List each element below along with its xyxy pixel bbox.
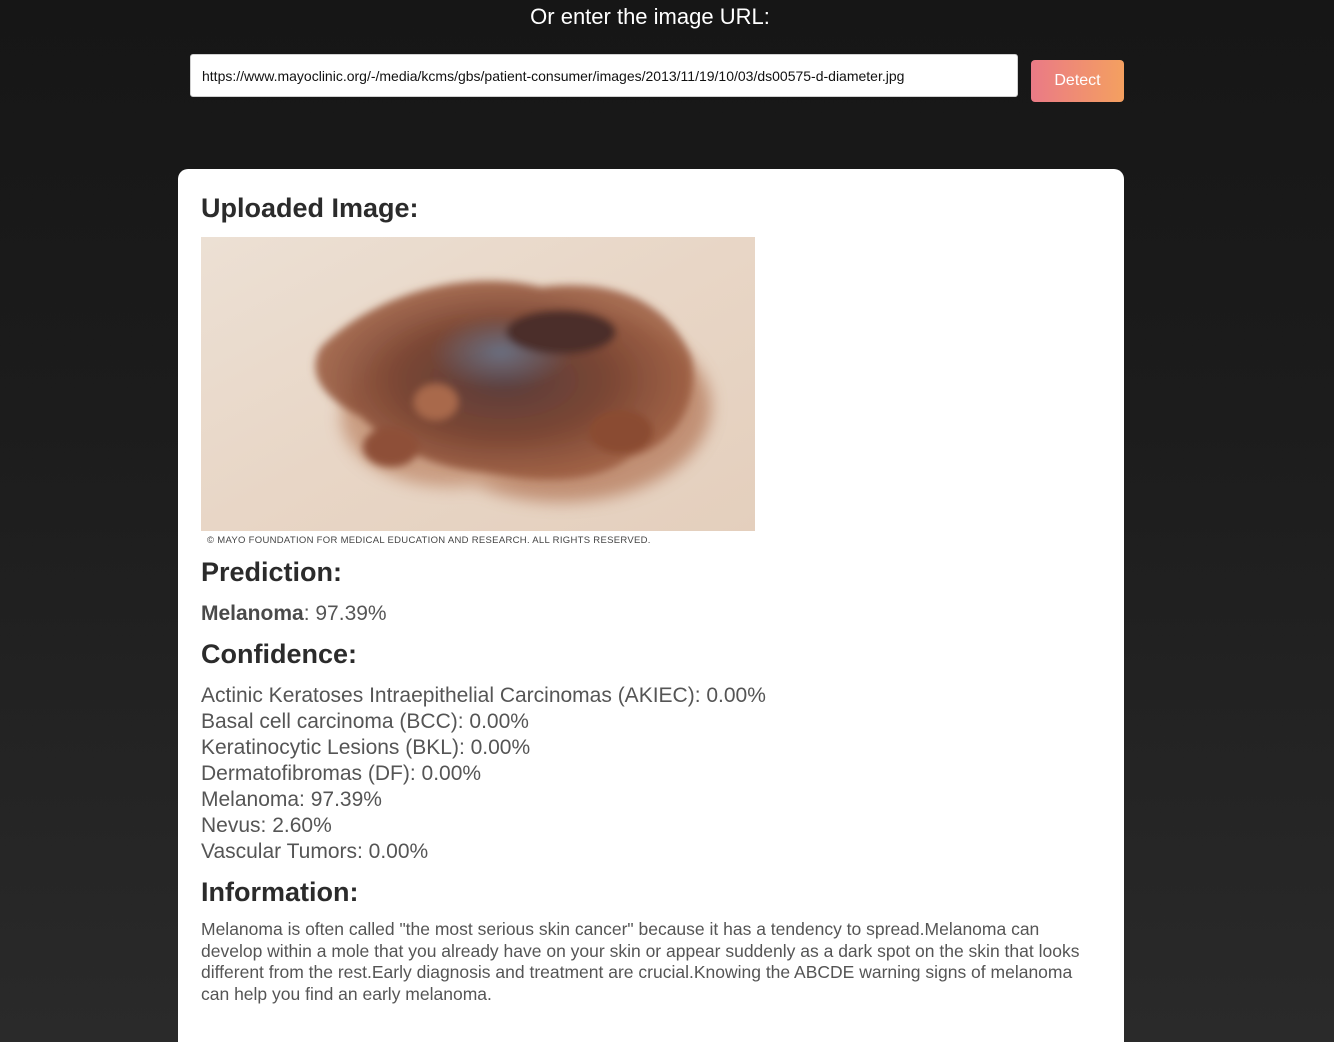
confidence-list: Actinic Keratoses Intraepithelial Carcin… <box>201 683 1101 865</box>
confidence-item: Melanoma: 97.39% <box>201 788 382 811</box>
information-text: Melanoma is often called "the most serio… <box>201 919 1080 1004</box>
prediction-title: Prediction: <box>201 557 343 587</box>
url-heading: Or enter the image URL: <box>530 4 770 29</box>
image-url-input[interactable] <box>190 54 1018 97</box>
detect-button[interactable]: Detect <box>1031 60 1124 102</box>
confidence-item: Keratinocytic Lesions (BKL): 0.00% <box>201 736 531 759</box>
uploaded-image: © MAYO FOUNDATION FOR MEDICAL EDUCATION … <box>201 237 755 549</box>
result-card: Uploaded Image: © MAYO FOUNDATION FOR ME… <box>178 169 1124 1042</box>
confidence-item: Nevus: 2.60% <box>201 814 332 837</box>
prediction-result: Melanoma: 97.39% <box>201 601 1101 627</box>
uploaded-image-title: Uploaded Image: <box>201 193 419 223</box>
image-credit: © MAYO FOUNDATION FOR MEDICAL EDUCATION … <box>207 535 651 546</box>
skin-lesion-photo <box>201 237 755 531</box>
confidence-item: Dermatofibromas (DF): 0.00% <box>201 762 482 785</box>
confidence-item: Basal cell carcinoma (BCC): 0.00% <box>201 710 529 733</box>
prediction-value: : 97.39% <box>303 602 387 625</box>
confidence-title: Confidence: <box>201 639 358 669</box>
information-title: Information: <box>201 877 359 907</box>
confidence-item: Actinic Keratoses Intraepithelial Carcin… <box>201 684 766 707</box>
confidence-item: Vascular Tumors: 0.00% <box>201 840 429 863</box>
prediction-class: Melanoma <box>201 602 304 625</box>
